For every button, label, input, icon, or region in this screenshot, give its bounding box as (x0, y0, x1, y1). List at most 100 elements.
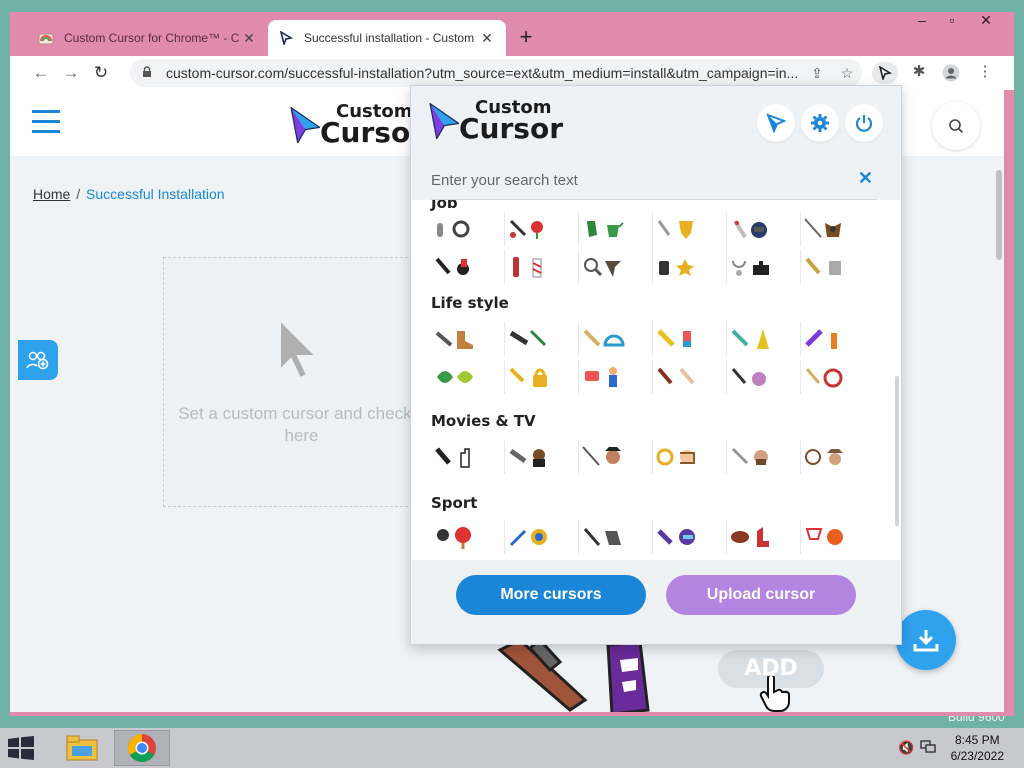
cursor-pack-detective[interactable] (579, 250, 653, 284)
windows-taskbar: 🔇 8:45 PM 6/23/2022 (0, 728, 1024, 768)
forward-button[interactable]: → (56, 63, 86, 83)
menu-kebab-icon[interactable]: ⋮ (972, 62, 998, 84)
extensions-puzzle-icon[interactable]: ✱ (906, 62, 932, 84)
cursor-pack-shears[interactable] (505, 212, 579, 246)
clear-search-icon[interactable]: ✕ (858, 168, 873, 189)
speaker-muted-icon[interactable]: 🔇 (898, 740, 914, 756)
popup-logo: Custom Cursor (429, 98, 564, 146)
tab-custom-cursor-store[interactable]: Custom Cursor for Chrome™ - Ch ✕ (28, 20, 268, 56)
cursor-pack-barber[interactable] (505, 250, 579, 284)
cursor-row (431, 360, 875, 394)
site-search-icon[interactable] (932, 102, 980, 150)
file-explorer-icon[interactable] (54, 730, 110, 766)
cursor-logo-icon (429, 102, 459, 139)
cursor-pack-archery[interactable] (505, 520, 579, 554)
cursor-pack-lipstick[interactable] (431, 250, 505, 284)
cursor-pack-makeup[interactable] (727, 360, 801, 394)
cursor-test-area[interactable]: Set a custom cursor and check it here (163, 257, 425, 507)
breadcrumb-separator: / (76, 186, 81, 202)
profile-avatar-icon[interactable] (938, 62, 964, 84)
cursor-pack-alien[interactable] (431, 440, 505, 474)
settings-gear-icon[interactable] (801, 104, 839, 142)
cursor-search-input[interactable] (431, 160, 861, 200)
community-icon[interactable] (18, 340, 58, 380)
network-icon[interactable] (920, 740, 936, 757)
cursor-collection-list: Job Life style Movies & TV Sport (411, 200, 901, 560)
hamburger-menu-icon[interactable] (32, 110, 60, 134)
cursor-pack-racing[interactable] (653, 520, 727, 554)
cursor-pack-toy[interactable] (579, 360, 653, 394)
cursor-row (431, 250, 875, 284)
breadcrumb: Home / Successful Installation (33, 186, 225, 202)
cursor-pack-samurai[interactable] (801, 212, 875, 246)
maximize-button[interactable]: ▫ (938, 12, 966, 32)
back-button[interactable]: ← (26, 63, 56, 83)
cursor-pack-indiana-jones[interactable] (801, 440, 875, 474)
tab-close-icon[interactable]: ✕ (478, 30, 496, 47)
test-area-text: Set a custom cursor and check it here (178, 404, 425, 446)
hand-pointer-icon (759, 676, 790, 712)
cursor-pack-razor[interactable] (505, 322, 579, 356)
popup-logo-line2: Cursor (459, 112, 564, 146)
cursor-pack-leaves[interactable] (431, 360, 505, 394)
address-bar[interactable]: custom-cursor.com/successful-installatio… (130, 59, 862, 87)
popup-footer: More cursors Upload cursor (411, 560, 901, 644)
cursor-pack-men-in-black[interactable] (505, 440, 579, 474)
site-logo[interactable]: Custom Cursor (290, 102, 424, 147)
cursor-pack-boots[interactable] (431, 322, 505, 356)
cursor-pack-doctor[interactable] (727, 250, 801, 284)
popup-scrollbar[interactable] (895, 376, 899, 526)
cursor-pack-police-shield[interactable] (653, 212, 727, 246)
cursor-row (431, 440, 875, 474)
tab-close-icon[interactable]: ✕ (240, 30, 258, 47)
cursor-pack-cosmetics[interactable] (801, 322, 875, 356)
share-icon[interactable]: ⇪ (802, 65, 832, 82)
cursor-pack-lord-of-rings[interactable] (653, 440, 727, 474)
minimize-button[interactable]: – (908, 12, 936, 32)
breadcrumb-home-link[interactable]: Home (33, 186, 70, 202)
popup-header: Custom Cursor (411, 86, 901, 160)
category-title-sport: Sport (431, 494, 478, 512)
cursor-pack-drum[interactable] (801, 360, 875, 394)
cursor-pack-hockey[interactable] (579, 520, 653, 554)
cursor-pack-astronaut[interactable] (727, 212, 801, 246)
cursor-pack-party[interactable] (727, 322, 801, 356)
cursor-pack-pirate[interactable] (579, 440, 653, 474)
cursor-row (431, 520, 875, 554)
cursor-pack-table-tennis[interactable] (431, 520, 505, 554)
taskbar-clock[interactable]: 8:45 PM 6/23/2022 (951, 732, 1004, 764)
cursor-pack-key-lock[interactable] (505, 360, 579, 394)
cursor-pack-drumsticks[interactable] (653, 360, 727, 394)
tab-strip: Custom Cursor for Chrome™ - Ch ✕ Success… (10, 12, 1014, 56)
clock-date: 6/23/2022 (950, 749, 1004, 763)
breadcrumb-current: Successful Installation (86, 186, 225, 202)
page-scrollbar[interactable] (996, 170, 1002, 260)
tab-title: Custom Cursor for Chrome™ - Ch (64, 31, 240, 45)
windows-start-icon[interactable] (8, 736, 34, 765)
chrome-taskbar-icon[interactable] (114, 730, 170, 766)
reload-button[interactable]: ↻ (86, 63, 116, 83)
cursor-toggle-icon[interactable] (757, 104, 795, 142)
new-tab-button[interactable]: + (514, 26, 538, 50)
cursor-pack-viking[interactable] (727, 440, 801, 474)
rainbow-favicon-icon (38, 30, 54, 46)
cursor-pack-american-football[interactable] (727, 520, 801, 554)
cursor-pack-protractor[interactable] (579, 322, 653, 356)
more-cursors-button[interactable]: More cursors (456, 575, 646, 615)
custom-cursor-extension-icon[interactable] (872, 62, 898, 84)
cursor-pack-gardening[interactable] (579, 212, 653, 246)
cursor-pack-basketball[interactable] (801, 520, 875, 554)
cursor-favicon-icon (278, 30, 294, 46)
cursor-pack-pencil-eraser[interactable] (653, 322, 727, 356)
cursor-pack-construction[interactable] (801, 250, 875, 284)
upload-cursor-button[interactable]: Upload cursor (666, 575, 856, 615)
popup-header-icons (757, 104, 883, 142)
download-icon[interactable] (896, 610, 956, 670)
bookmark-star-icon[interactable]: ☆ (832, 65, 862, 82)
power-icon[interactable] (845, 104, 883, 142)
close-window-button[interactable]: ✕ (972, 12, 1000, 32)
cursor-pack-sheriff[interactable] (653, 250, 727, 284)
cursor-pack-microphone[interactable] (431, 212, 505, 246)
category-title-job: Job (431, 200, 458, 212)
tab-successful-installation[interactable]: Successful installation - Custom C ✕ (268, 20, 506, 56)
